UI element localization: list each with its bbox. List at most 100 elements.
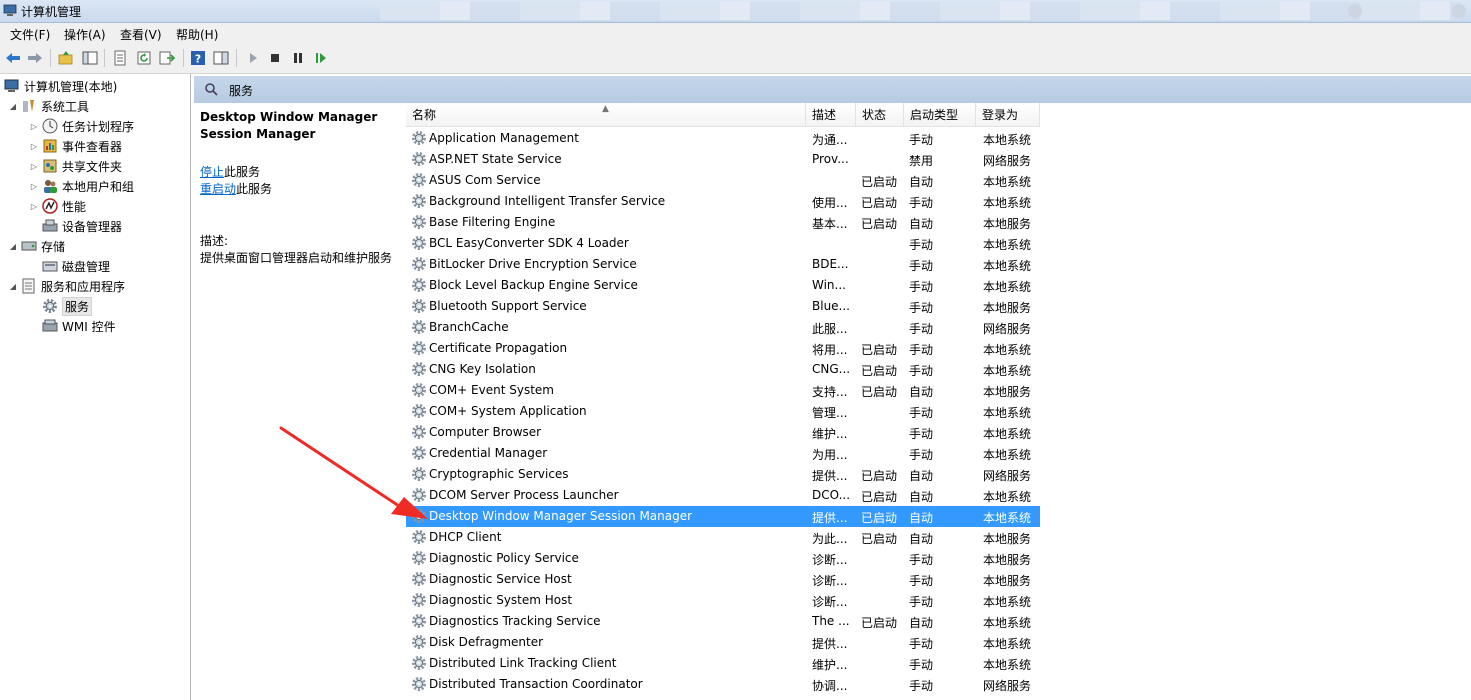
collapse-arrow-icon[interactable]: ◢: [8, 282, 18, 291]
service-status-cell: 已启动: [861, 175, 898, 189]
window-control-icon[interactable]: [1348, 4, 1362, 18]
table-row[interactable]: Distributed Transaction Coordinator 协调...…: [406, 674, 1040, 695]
menu-action[interactable]: 操作(A): [64, 26, 106, 43]
menu-help[interactable]: 帮助(H): [176, 26, 218, 43]
service-startup-cell: 禁用: [909, 154, 934, 168]
properties-icon[interactable]: [110, 49, 130, 67]
table-row[interactable]: ASP.NET State Service Prov... 禁用 网络服务: [406, 149, 1040, 170]
service-name-cell: Certificate Propagation: [429, 341, 568, 355]
table-row[interactable]: BitLocker Drive Encryption Service BDE...…: [406, 254, 1040, 275]
table-row[interactable]: Bluetooth Support Service Blue... 手动 本地服务: [406, 296, 1040, 317]
service-description-cell: 管理...: [812, 406, 848, 420]
table-row[interactable]: CNG Key Isolation CNG... 已启动 手动 本地系统: [406, 359, 1040, 380]
table-row[interactable]: COM+ System Application 管理... 手动 本地系统: [406, 401, 1040, 422]
expand-arrow-icon[interactable]: ▷: [29, 162, 39, 171]
expand-arrow-icon[interactable]: ▷: [29, 182, 39, 191]
collapse-arrow-icon[interactable]: ◢: [8, 102, 18, 111]
restart-service-row: 重启动此服务: [200, 180, 272, 197]
column-header-startup-type[interactable]: 启动类型: [904, 103, 976, 127]
service-name-cell: COM+ Event System: [429, 383, 554, 397]
tree-item-disk-management[interactable]: 磁盘管理: [29, 256, 110, 276]
column-header-name[interactable]: 名称 ▲: [406, 103, 806, 127]
show-hide-tree-icon[interactable]: [80, 49, 100, 67]
back-arrow-icon[interactable]: [3, 49, 23, 67]
table-row[interactable]: DCOM Server Process Launcher DCO... 已启动 自动 本…: [406, 485, 1040, 506]
table-row[interactable]: Diagnostics Tracking Service The ... 已启动 自动…: [406, 611, 1040, 632]
column-header-logon[interactable]: 登录为: [976, 103, 1040, 127]
table-row[interactable]: Computer Browser 维护... 手动 本地系统: [406, 422, 1040, 443]
table-row[interactable]: Diagnostic Service Host 诊断... 手动 本地服务: [406, 569, 1040, 590]
tree-item-system-tools[interactable]: ◢ 系统工具: [8, 96, 89, 116]
resume-icon[interactable]: [311, 49, 331, 67]
tree-item-label: WMI 控件: [62, 319, 116, 334]
service-name-cell: Credential Manager: [429, 446, 548, 460]
tree-item-computer-management[interactable]: 计算机管理(本地): [4, 76, 117, 96]
tree-item-shared-folders[interactable]: ▷ 共享文件夹: [29, 156, 122, 176]
service-name-cell: Distributed Transaction Coordinator: [429, 677, 643, 691]
service-startup-cell: 手动: [909, 343, 934, 357]
tree-item-services[interactable]: 服务: [29, 296, 93, 316]
pause-icon[interactable]: [288, 49, 308, 67]
service-logon-cell: 本地系统: [983, 238, 1032, 252]
service-name-cell: Application Management: [429, 131, 579, 145]
menu-file[interactable]: 文件(F): [10, 26, 50, 43]
tree-item-device-manager[interactable]: 设备管理器: [29, 216, 122, 236]
menu-view[interactable]: 查看(V): [120, 26, 162, 43]
table-row[interactable]: Application Management 为通... 手动 本地系统: [406, 128, 1040, 149]
table-row[interactable]: Base Filtering Engine 基本... 已启动 自动 本地服务: [406, 212, 1040, 233]
window-control-icon[interactable]: [1452, 4, 1466, 18]
service-name-cell: CNG Key Isolation: [429, 362, 536, 376]
tree-item-wmi-control[interactable]: WMI 控件: [29, 316, 116, 336]
help-icon[interactable]: ?: [188, 49, 208, 67]
toolbar-separator: [50, 49, 51, 67]
service-description-cell: BDE...: [812, 257, 849, 271]
console-tree: 计算机管理(本地) ◢ 系统工具 ▷ 任务计划程序 ▷ 事件查看器 ▷ 共享文件…: [0, 74, 191, 700]
forward-arrow-icon[interactable]: [25, 49, 45, 67]
shared-folder-icon: [42, 158, 58, 174]
table-row[interactable]: Background Intelligent Transfer Service 使…: [406, 191, 1040, 212]
tree-item-performance[interactable]: ▷ 性能: [29, 196, 86, 216]
tree-item-event-viewer[interactable]: ▷ 事件查看器: [29, 136, 122, 156]
expand-arrow-icon[interactable]: ▷: [29, 202, 39, 211]
users-icon: [42, 178, 58, 194]
table-row[interactable]: Distributed Link Tracking Client 维护... 手动 本…: [406, 653, 1040, 674]
table-row[interactable]: Disk Defragmenter 提供... 手动 本地系统: [406, 632, 1040, 653]
stop-service-link[interactable]: 停止: [200, 165, 224, 179]
table-row[interactable]: DHCP Client 为此... 已启动 自动 本地服务: [406, 527, 1040, 548]
show-action-pane-icon[interactable]: [211, 49, 231, 67]
service-name-cell: ASP.NET State Service: [429, 152, 562, 166]
expand-arrow-icon[interactable]: ▷: [29, 142, 39, 151]
up-folder-icon[interactable]: [56, 49, 76, 67]
tree-item-services-apps[interactable]: ◢ 服务和应用程序: [8, 276, 125, 296]
column-header-status[interactable]: 状态: [856, 103, 904, 127]
service-description-cell: 此服...: [812, 322, 848, 336]
service-startup-cell: 自动: [909, 217, 934, 231]
table-row[interactable]: Certificate Propagation 将用... 已启动 手动 本地系统: [406, 338, 1040, 359]
table-row[interactable]: Block Level Backup Engine Service Win... 手…: [406, 275, 1040, 296]
tree-item-local-users[interactable]: ▷ 本地用户和组: [29, 176, 134, 196]
table-row[interactable]: Credential Manager 为用... 手动 本地系统: [406, 443, 1040, 464]
expand-arrow-icon[interactable]: ▷: [29, 122, 39, 131]
service-startup-cell: 自动: [909, 532, 934, 546]
export-list-icon[interactable]: [157, 49, 177, 67]
column-header-description[interactable]: 描述: [806, 103, 856, 127]
refresh-icon[interactable]: [134, 49, 154, 67]
tree-item-task-scheduler[interactable]: ▷ 任务计划程序: [29, 116, 134, 136]
service-startup-cell: 手动: [909, 679, 934, 693]
service-description-cell: 将用...: [812, 343, 848, 357]
table-row[interactable]: Diagnostic Policy Service 诊断... 手动 本地服务: [406, 548, 1040, 569]
table-row[interactable]: Diagnostic System Host 诊断... 手动 本地系统: [406, 590, 1040, 611]
tree-item-storage[interactable]: ◢ 存储: [8, 236, 65, 256]
table-row[interactable]: BCL EasyConverter SDK 4 Loader 手动 本地系统: [406, 233, 1040, 254]
play-icon[interactable]: [243, 49, 263, 67]
table-row[interactable]: Desktop Window Manager Session Manager 提供…: [406, 506, 1040, 527]
table-row[interactable]: ASUS Com Service 已启动 自动 本地系统: [406, 170, 1040, 191]
stop-icon[interactable]: [265, 49, 285, 67]
collapse-arrow-icon[interactable]: ◢: [8, 242, 18, 251]
table-row[interactable]: COM+ Event System 支持... 已启动 自动 本地服务: [406, 380, 1040, 401]
table-row[interactable]: Cryptographic Services 提供... 已启动 自动 网络服务: [406, 464, 1040, 485]
table-row[interactable]: BranchCache 此服... 手动 网络服务: [406, 317, 1040, 338]
restart-service-link[interactable]: 重启动: [200, 182, 236, 196]
description-label: 描述:: [200, 234, 229, 248]
toolbar-separator: [236, 49, 237, 67]
